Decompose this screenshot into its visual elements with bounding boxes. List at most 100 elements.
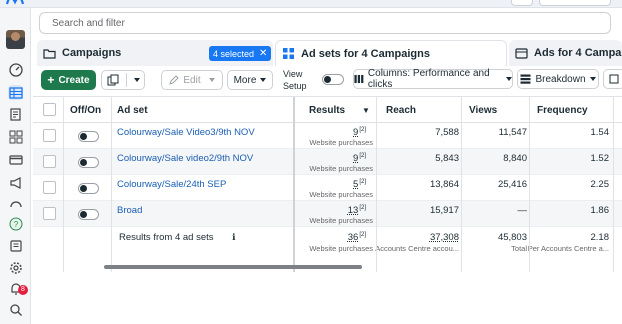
row-toggle[interactable] (78, 209, 99, 220)
ad-set-name-link[interactable]: Colourway/Sale Video3/9th NOV (117, 127, 255, 138)
breakdown-dropdown[interactable]: Breakdown (517, 69, 599, 89)
header-reach[interactable]: Reach (386, 105, 416, 116)
ad-set-name-link[interactable]: Broad (117, 205, 142, 216)
horizontal-scrollbar[interactable] (104, 265, 362, 269)
table-row[interactable]: Broad 13[2] Website purchases 15,917 — 1… (33, 201, 622, 227)
edit-button[interactable]: Edit (161, 70, 223, 90)
pages-icon[interactable] (8, 107, 23, 122)
selected-count-chip[interactable]: 4 selected ✕ (209, 46, 272, 61)
breakdown-icon (520, 74, 531, 84)
summary-frequency-subtext: Per Accounts Centre a... (527, 244, 609, 253)
row-checkbox[interactable] (43, 207, 56, 220)
table-row[interactable]: Colourway/Sale/24th SEP 5[2] Website pur… (33, 175, 622, 201)
avatar[interactable] (6, 30, 25, 49)
ad-set-name-link[interactable]: Colourway/Sale video2/9th NOV (117, 153, 253, 164)
reach-value: 15,917 (429, 205, 459, 216)
tab-ads[interactable]: Ads for 4 Campaigns (509, 40, 622, 66)
tab-ad-sets-label: Ad sets for 4 Campaigns (301, 47, 430, 60)
row-checkbox[interactable] (43, 155, 56, 168)
tab-campaigns-label: Campaigns (62, 47, 122, 59)
frequency-value: 1.86 (590, 205, 610, 216)
report-icon[interactable] (8, 238, 23, 253)
megaphone-icon[interactable] (8, 175, 23, 190)
summary-reach-subtext: Accounts Centre accou... (375, 244, 459, 253)
more-button[interactable]: More (227, 70, 273, 90)
header-views[interactable]: Views (469, 105, 497, 116)
header-results[interactable]: Results (309, 105, 345, 116)
billing-card-icon[interactable] (8, 152, 23, 167)
row-toggle[interactable] (78, 131, 99, 142)
results-footnote: [2] (359, 179, 366, 185)
row-toggle[interactable] (78, 157, 99, 168)
chevron-down-icon (260, 78, 267, 82)
results-subtext: Website purchases (309, 138, 373, 147)
results-subtext: Website purchases (309, 216, 373, 225)
settings-gear-icon[interactable] (8, 260, 23, 275)
dashboard-gauge-icon[interactable] (8, 62, 23, 77)
summary-results-footnote: [2] (359, 232, 366, 238)
columns-dropdown[interactable]: Columns: Performance and clicks (353, 68, 513, 90)
summary-reach: 37,308 (429, 232, 459, 243)
reach-value: 5,843 (435, 153, 459, 164)
arc-icon[interactable] (8, 196, 23, 211)
create-button-label: Create (58, 74, 90, 86)
button-divider (125, 73, 127, 87)
summary-label: Results from 4 ad sets (119, 232, 214, 243)
help-icon[interactable]: ? (8, 216, 23, 231)
column-divider (63, 97, 64, 272)
table-view-icon[interactable] (8, 85, 23, 100)
clear-selection-icon[interactable]: ✕ (259, 48, 267, 59)
results-number: 13 (347, 205, 359, 216)
results-value: 9[2] (353, 127, 366, 138)
column-divider (376, 97, 377, 272)
frozen-column-divider[interactable] (293, 97, 295, 272)
results-subtext: Website purchases (309, 164, 373, 173)
frequency-value: 1.54 (590, 127, 610, 138)
chevron-down-icon (133, 78, 140, 82)
folder-icon (43, 47, 56, 60)
tab-ad-sets[interactable]: Ad sets for 4 Campaigns (275, 40, 507, 66)
duplicate-button[interactable] (101, 70, 145, 90)
chevron-down-icon (208, 78, 215, 82)
row-checkbox[interactable] (43, 181, 56, 194)
row-checkbox[interactable] (43, 129, 56, 142)
tab-campaigns[interactable]: Campaigns 4 selected ✕ (37, 40, 273, 66)
level-tabs: Campaigns 4 selected ✕ Ad sets for 4 Cam… (31, 38, 622, 66)
ad-set-name-link[interactable]: Colourway/Sale/24th SEP (117, 179, 226, 190)
search-input[interactable] (40, 13, 610, 33)
more-button-label: More (233, 74, 257, 86)
grid-icon[interactable] (8, 129, 23, 144)
row-toggle[interactable] (78, 183, 99, 194)
summary-frequency: 2.18 (590, 232, 610, 243)
top-action-button[interactable] (539, 0, 611, 6)
table-row[interactable]: Colourway/Sale video2/9th NOV 9[2] Websi… (33, 149, 622, 175)
info-icon[interactable]: ℹ (232, 232, 235, 243)
frequency-value: 2.25 (590, 179, 610, 190)
header-frequency[interactable]: Frequency (537, 105, 588, 116)
top-strip (0, 0, 622, 8)
results-number: 5 (353, 179, 359, 190)
header-ad-set[interactable]: Ad set (117, 105, 148, 116)
breakdown-label: Breakdown (535, 73, 586, 85)
table-row[interactable]: Colourway/Sale Video3/9th NOV 9[2] Websi… (33, 123, 622, 149)
column-divider (111, 97, 112, 272)
view-setup-toggle[interactable] (322, 74, 344, 85)
reach-value: 7,588 (435, 127, 459, 138)
search-icon[interactable] (8, 302, 23, 317)
meta-logo-icon (6, 0, 24, 5)
create-button[interactable]: + Create (41, 70, 96, 90)
sort-icon[interactable]: ▼ (362, 106, 370, 115)
ad-icon (515, 47, 528, 60)
results-number: 9 (353, 127, 359, 138)
chevron-down-icon (506, 77, 512, 81)
select-all-checkbox[interactable] (43, 103, 56, 116)
reach-value: 13,864 (429, 179, 459, 190)
summary-row: Results from 4 ad sets ℹ 36[2] Website p… (33, 228, 622, 258)
top-help-button[interactable] (511, 0, 533, 6)
views-value: 11,547 (498, 127, 527, 138)
header-off-on[interactable]: Off/On (70, 105, 101, 116)
summary-views-subtext: Total (511, 244, 527, 253)
reports-button[interactable] (603, 69, 622, 89)
frequency-value: 1.52 (590, 153, 610, 164)
toolbar: + Create Edit More View Setup Columns: P… (31, 66, 622, 94)
